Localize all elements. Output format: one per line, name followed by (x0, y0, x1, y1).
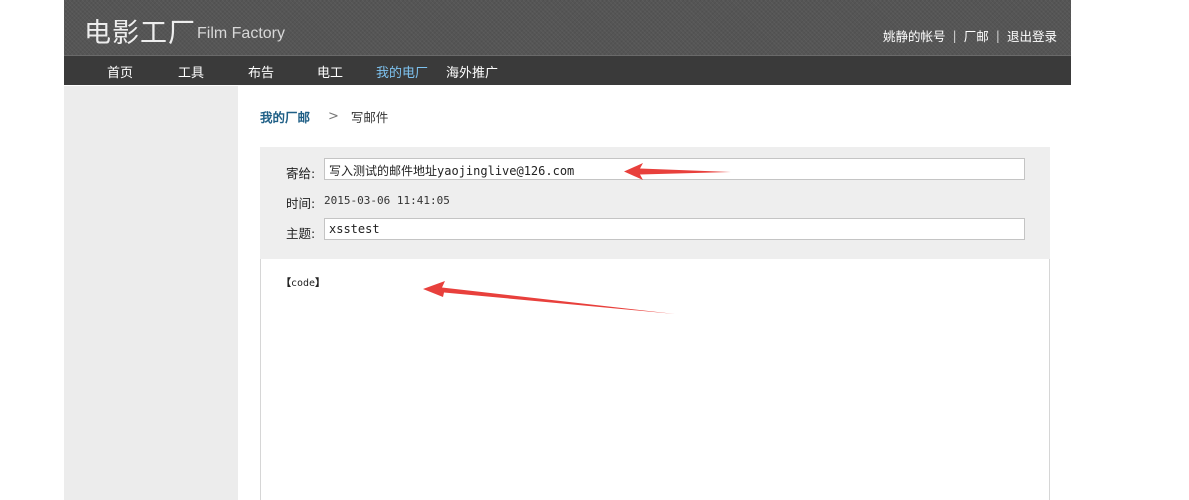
body-code-text: code (291, 278, 316, 289)
nav-item-my-factory[interactable]: 我的电厂 (376, 62, 428, 81)
time-value: 2015-03-06 11:41:05 (324, 194, 450, 207)
mailbox-link[interactable]: 厂邮 (964, 26, 989, 45)
to-input-prefix: 写入测试的邮件地址 (329, 164, 438, 178)
bracket-close: 】 (315, 278, 326, 289)
to-input-email: yaojinglive@126.com (437, 164, 575, 178)
page: 电影工厂 Film Factory 姚静的帐号 | 厂邮 | 退出登录 首页 工… (64, 0, 1071, 500)
message-body-text: 【code】 (281, 274, 325, 289)
to-input[interactable]: 写入测试的邮件地址yaojinglive@126.com (324, 158, 1025, 180)
link-separator: | (952, 28, 957, 43)
user-links: 姚静的帐号 | 厂邮 | 退出登录 (883, 26, 1057, 45)
nav-item-electricians[interactable]: 电工 (317, 62, 343, 81)
time-label: 时间: (286, 196, 316, 211)
nav-item-tools[interactable]: 工具 (178, 62, 204, 81)
logout-link[interactable]: 退出登录 (1007, 26, 1057, 45)
bracket-open: 【 (281, 278, 291, 289)
breadcrumb-separator: > (328, 109, 339, 124)
logo-chinese[interactable]: 电影工厂 (84, 11, 196, 50)
breadcrumb: 我的厂邮 > 写邮件 (260, 107, 388, 126)
link-separator: | (995, 28, 1000, 43)
compose-header-panel: 寄给: 写入测试的邮件地址yaojinglive@126.com 时间: 201… (260, 147, 1050, 259)
message-body-editor[interactable]: 【code】 (260, 259, 1050, 500)
subject-input[interactable]: xsstest (324, 218, 1025, 240)
subject-label: 主题: (286, 226, 316, 241)
nav-item-home[interactable]: 首页 (107, 62, 133, 81)
nav-item-notices[interactable]: 布告 (248, 62, 274, 81)
account-link[interactable]: 姚静的帐号 (883, 26, 946, 45)
logo-english[interactable]: Film Factory (197, 25, 285, 43)
to-label: 寄给: (286, 166, 316, 181)
breadcrumb-current: 写邮件 (350, 110, 389, 125)
nav-item-overseas[interactable]: 海外推广 (446, 62, 498, 81)
sidebar (64, 86, 238, 500)
main-nav: 首页 工具 布告 电工 我的电厂 海外推广 (64, 56, 1071, 85)
site-header: 电影工厂 Film Factory 姚静的帐号 | 厂邮 | 退出登录 (64, 0, 1071, 56)
breadcrumb-mailbox-link[interactable]: 我的厂邮 (260, 107, 310, 126)
